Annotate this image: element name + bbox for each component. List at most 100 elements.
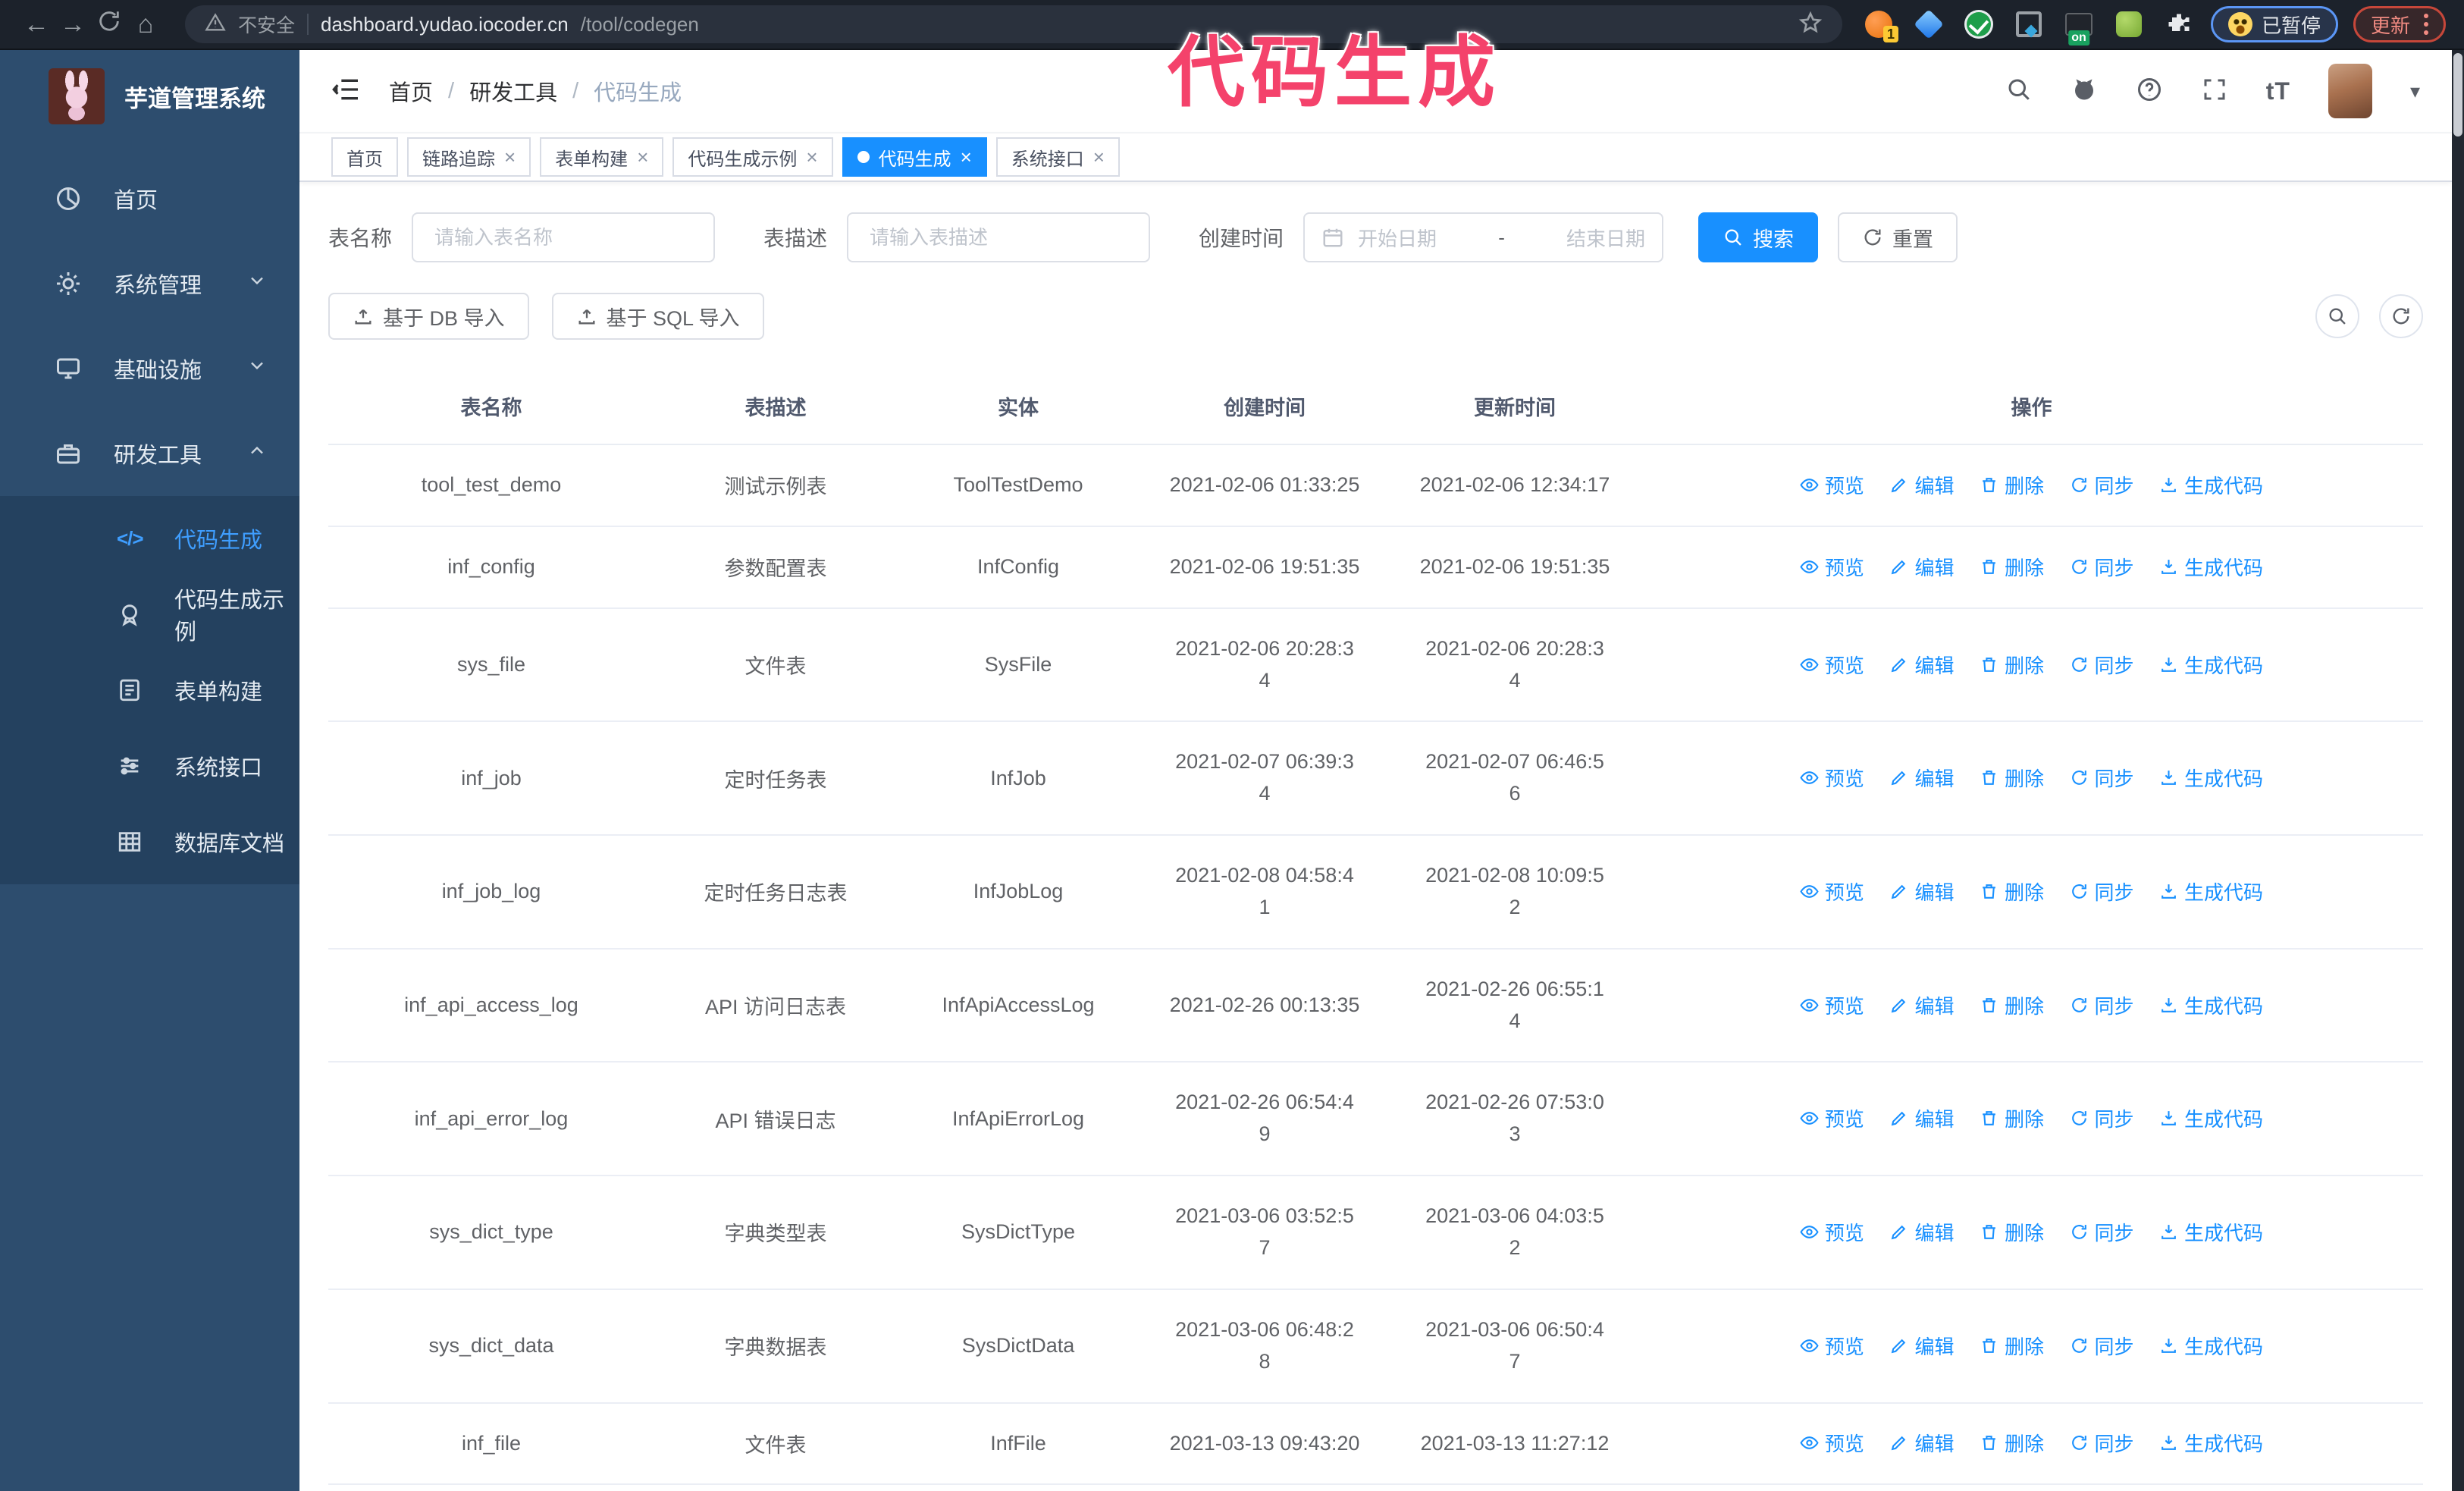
scrollbar-thumb[interactable]: [2453, 53, 2462, 137]
browser-menu-icon[interactable]: [2424, 14, 2428, 35]
browser-forward-icon[interactable]: →: [55, 10, 91, 39]
sidebar-item-infra[interactable]: 基础设施: [0, 326, 299, 411]
sync-link[interactable]: 同步: [2070, 1218, 2134, 1246]
generate-code-link[interactable]: 生成代码: [2159, 877, 2263, 906]
search-icon[interactable]: [2005, 76, 2033, 107]
extension-switch-icon[interactable]: on: [2064, 9, 2094, 46]
sync-link[interactable]: 同步: [2070, 877, 2134, 906]
preview-link[interactable]: 预览: [1800, 553, 1864, 581]
preview-link[interactable]: 预览: [1800, 1429, 1864, 1457]
sidebar-item-codegen[interactable]: </> 代码生成: [0, 501, 299, 576]
generate-code-link[interactable]: 生成代码: [2159, 1104, 2263, 1132]
tab-home[interactable]: 首页: [331, 137, 398, 177]
delete-link[interactable]: 删除: [1980, 1218, 2044, 1246]
generate-code-link[interactable]: 生成代码: [2159, 1218, 2263, 1246]
extension-icon[interactable]: 1: [1864, 9, 1898, 42]
bookmark-star-icon[interactable]: [1798, 11, 1823, 39]
sync-link[interactable]: 同步: [2070, 1332, 2134, 1360]
url-host[interactable]: dashboard.yudao.iocoder.cn: [321, 13, 569, 36]
edit-link[interactable]: 编辑: [1889, 1104, 1954, 1132]
url-path[interactable]: /tool/codegen: [581, 13, 699, 36]
sidebar-item-codegen-example[interactable]: 代码生成示例: [0, 576, 299, 652]
breadcrumb-devtools[interactable]: 研发工具: [469, 75, 557, 107]
generate-code-link[interactable]: 生成代码: [2159, 651, 2263, 679]
edit-link[interactable]: 编辑: [1889, 1332, 1954, 1360]
delete-link[interactable]: 删除: [1980, 1332, 2044, 1360]
delete-link[interactable]: 删除: [1980, 877, 2044, 906]
extensions-puzzle-icon[interactable]: [2164, 9, 2194, 39]
close-icon[interactable]: ×: [1093, 147, 1105, 167]
page-scrollbar[interactable]: [2452, 50, 2464, 1491]
preview-link[interactable]: 预览: [1800, 764, 1864, 792]
delete-link[interactable]: 删除: [1980, 471, 2044, 499]
edit-link[interactable]: 编辑: [1889, 651, 1954, 679]
sidebar-item-home[interactable]: 首页: [0, 156, 299, 241]
table-name-input[interactable]: [412, 212, 716, 262]
tab-codegen[interactable]: 代码生成 ×: [842, 137, 987, 177]
sync-link[interactable]: 同步: [2070, 471, 2134, 499]
sync-link[interactable]: 同步: [2070, 764, 2134, 792]
preview-link[interactable]: 预览: [1800, 991, 1864, 1019]
browser-home-icon[interactable]: ⌂: [127, 10, 164, 39]
edit-link[interactable]: 编辑: [1889, 991, 1954, 1019]
extension-gem-icon[interactable]: [1914, 9, 1944, 39]
edit-link[interactable]: 编辑: [1889, 1429, 1954, 1457]
search-button[interactable]: 搜索: [1698, 212, 1819, 262]
github-icon[interactable]: [2071, 76, 2098, 107]
edit-link[interactable]: 编辑: [1889, 877, 1954, 906]
address-bar[interactable]: 不安全 dashboard.yudao.iocoder.cn /tool/cod…: [185, 5, 1842, 43]
edit-link[interactable]: 编辑: [1889, 764, 1954, 792]
delete-link[interactable]: 删除: [1980, 1429, 2044, 1457]
not-secure-label[interactable]: 不安全: [238, 11, 295, 38]
toggle-search-button[interactable]: [2315, 294, 2359, 338]
tab-tracing[interactable]: 链路追踪 ×: [407, 137, 531, 177]
generate-code-link[interactable]: 生成代码: [2159, 1332, 2263, 1360]
refresh-table-button[interactable]: [2379, 294, 2423, 338]
preview-link[interactable]: 预览: [1800, 651, 1864, 679]
sync-link[interactable]: 同步: [2070, 651, 2134, 679]
date-range-picker[interactable]: 开始日期 - 结束日期: [1303, 212, 1664, 262]
import-sql-button[interactable]: 基于 SQL 导入: [551, 293, 764, 340]
fullscreen-icon[interactable]: [2201, 76, 2228, 107]
tab-form-builder[interactable]: 表单构建 ×: [540, 137, 664, 177]
preview-link[interactable]: 预览: [1800, 1332, 1864, 1360]
tab-codegen-example[interactable]: 代码生成示例 ×: [672, 137, 833, 177]
font-size-icon[interactable]: tT: [2266, 77, 2290, 105]
preview-link[interactable]: 预览: [1800, 877, 1864, 906]
table-desc-input[interactable]: [847, 212, 1151, 262]
delete-link[interactable]: 删除: [1980, 764, 2044, 792]
generate-code-link[interactable]: 生成代码: [2159, 553, 2263, 581]
avatar-caret-icon[interactable]: ▾: [2410, 80, 2420, 103]
delete-link[interactable]: 删除: [1980, 553, 2044, 581]
generate-code-link[interactable]: 生成代码: [2159, 471, 2263, 499]
browser-reload-icon[interactable]: [91, 8, 127, 41]
sidebar-item-system-api[interactable]: 系统接口: [0, 728, 299, 804]
generate-code-link[interactable]: 生成代码: [2159, 1429, 2263, 1457]
reset-button[interactable]: 重置: [1838, 212, 1958, 262]
help-icon[interactable]: [2136, 76, 2163, 107]
generate-code-link[interactable]: 生成代码: [2159, 991, 2263, 1019]
preview-link[interactable]: 预览: [1800, 471, 1864, 499]
close-icon[interactable]: ×: [961, 147, 972, 167]
browser-update-chip[interactable]: 更新: [2353, 6, 2446, 42]
edit-link[interactable]: 编辑: [1889, 553, 1954, 581]
preview-link[interactable]: 预览: [1800, 1104, 1864, 1132]
delete-link[interactable]: 删除: [1980, 651, 2044, 679]
extension-check-icon[interactable]: [1964, 9, 1994, 39]
sync-link[interactable]: 同步: [2070, 1104, 2134, 1132]
profile-paused-chip[interactable]: 已暂停: [2210, 6, 2338, 42]
extension-green-icon[interactable]: [2114, 9, 2144, 39]
sync-link[interactable]: 同步: [2070, 1429, 2134, 1457]
import-db-button[interactable]: 基于 DB 导入: [328, 293, 529, 340]
edit-link[interactable]: 编辑: [1889, 471, 1954, 499]
extension-grid-icon[interactable]: [2014, 9, 2044, 39]
generate-code-link[interactable]: 生成代码: [2159, 764, 2263, 792]
sidebar-item-devtools[interactable]: 研发工具: [0, 411, 299, 496]
sync-link[interactable]: 同步: [2070, 553, 2134, 581]
edit-link[interactable]: 编辑: [1889, 1218, 1954, 1246]
delete-link[interactable]: 删除: [1980, 1104, 2044, 1132]
delete-link[interactable]: 删除: [1980, 991, 2044, 1019]
sync-link[interactable]: 同步: [2070, 991, 2134, 1019]
breadcrumb-home[interactable]: 首页: [389, 75, 433, 107]
close-icon[interactable]: ×: [806, 147, 817, 167]
